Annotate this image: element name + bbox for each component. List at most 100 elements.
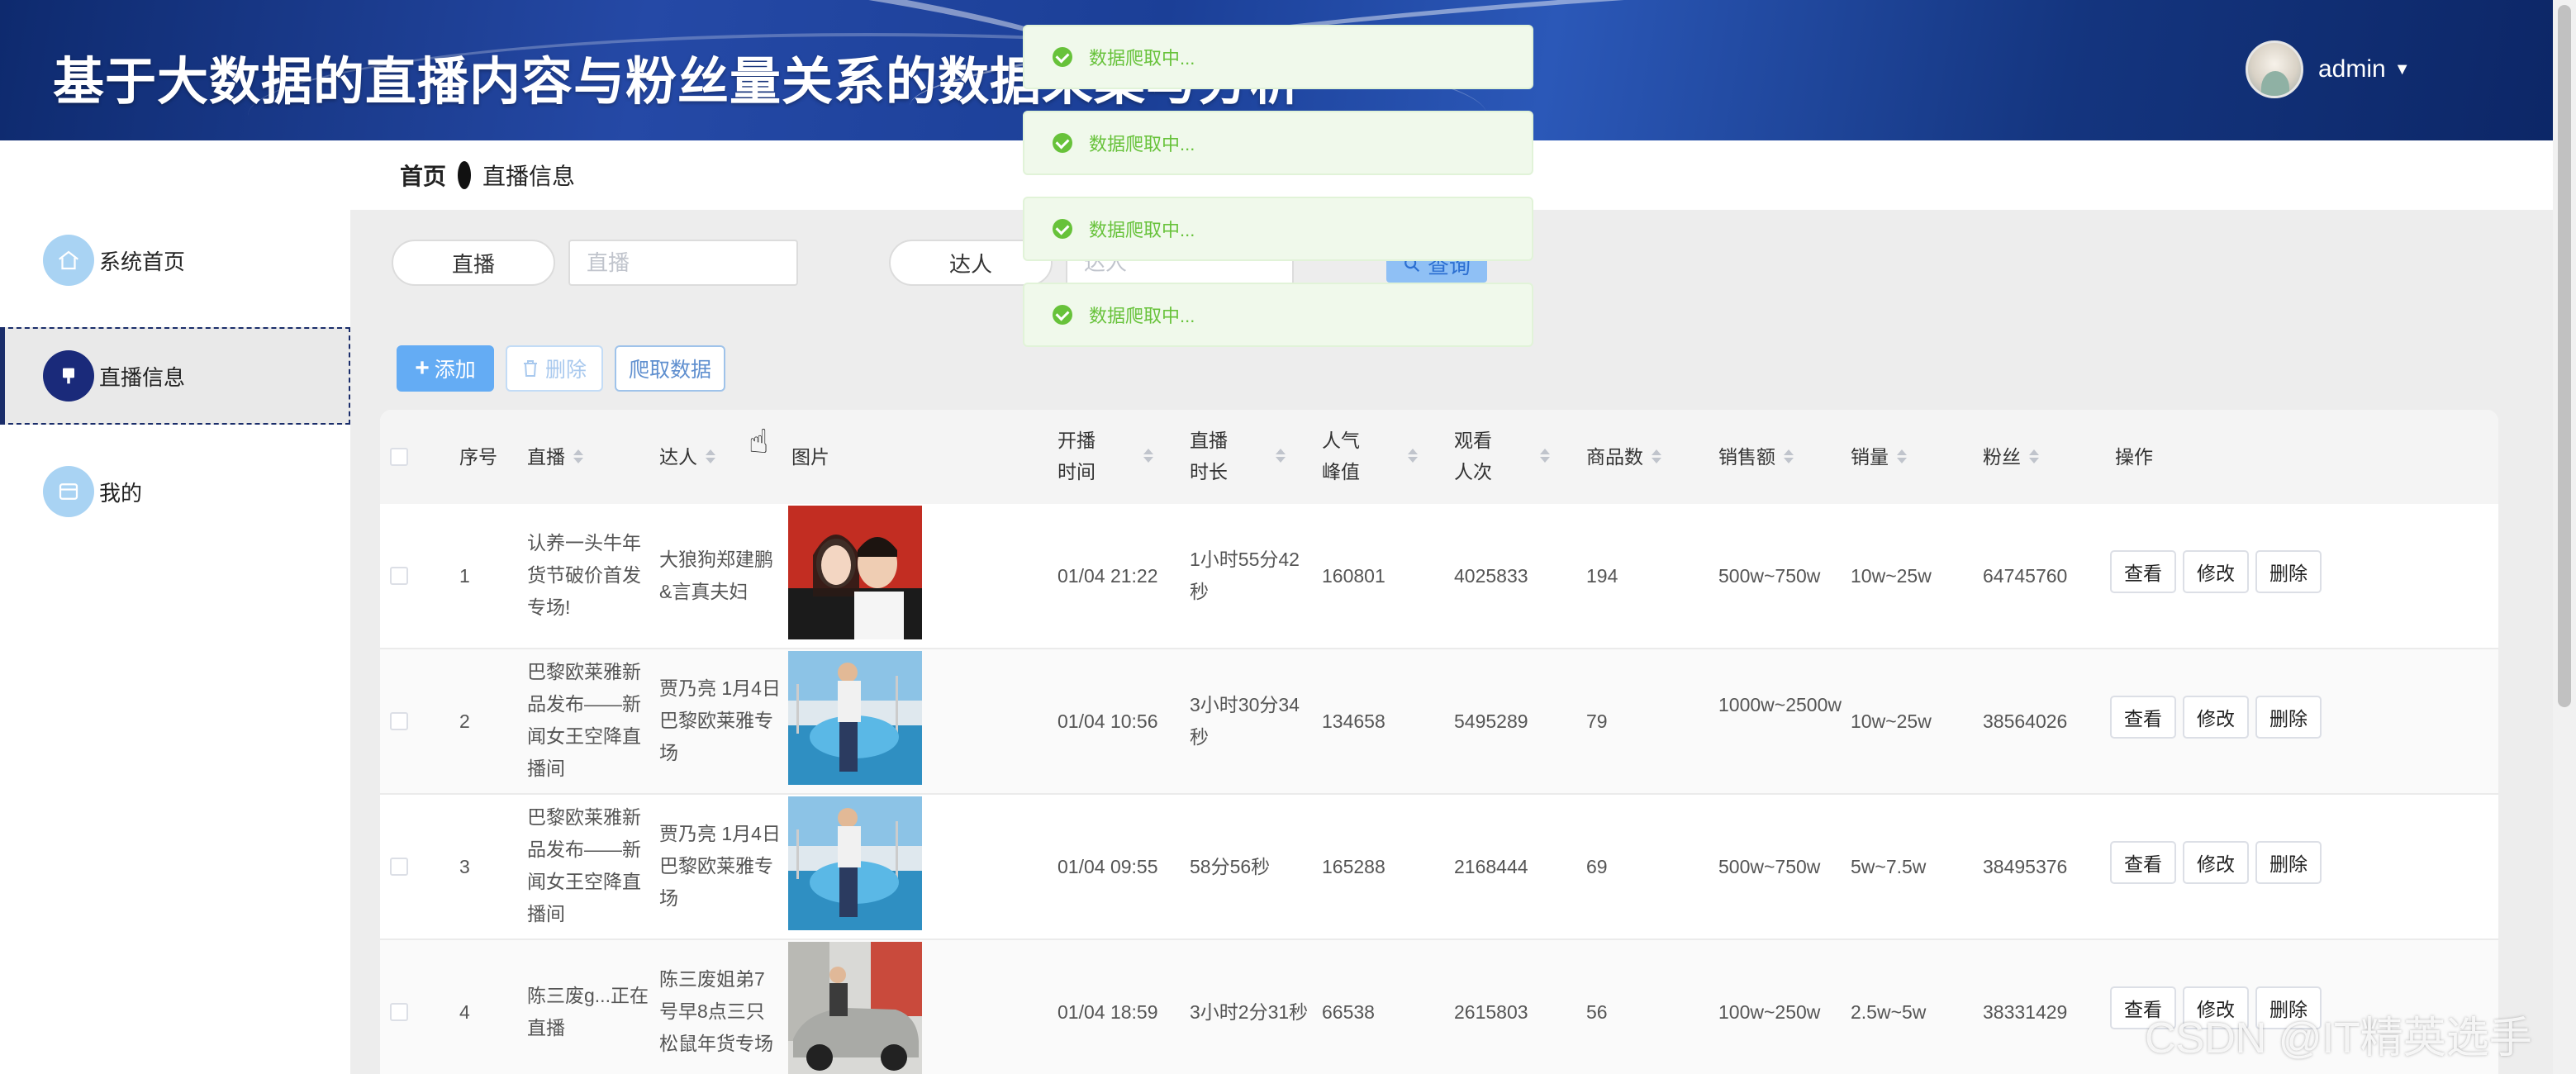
success-toast: 数据爬取中... [1023,283,1533,347]
live-thumbnail[interactable] [788,796,922,930]
view-button[interactable]: 查看 [2110,841,2176,884]
row-checkbox[interactable] [390,712,408,730]
col-header-streamer[interactable]: 达人 [659,441,715,473]
cell-start-time: 01/04 21:22 [1057,565,1158,587]
table-row: 3 巴黎欧莱雅新品发布——新闻女王空降直播间 贾乃亮 1月4日巴黎欧莱雅专场 0… [380,795,2498,940]
live-icon [43,350,94,402]
col-header-sales-amount[interactable]: 销售额 [1718,441,1794,473]
trash-icon [523,360,537,377]
home-icon [43,235,94,286]
cell-viewers: 2615803 [1454,1001,1528,1023]
edit-button[interactable]: 修改 [2183,696,2249,739]
caret-down-icon[interactable]: ▼ [2394,60,2411,79]
col-header-live[interactable]: 直播 [527,441,583,473]
row-delete-button[interactable]: 删除 [2255,696,2322,739]
username[interactable]: admin [2318,55,2386,83]
cell-goods: 194 [1586,565,1618,587]
col-header-start-time[interactable]: 开播时间 [1057,425,1173,487]
cell-streamer: 贾乃亮 1月4日巴黎欧莱雅专场 [659,677,781,763]
sort-icon [1895,448,1907,466]
col-header-image: 图片 [791,446,829,468]
cell-live: 陈三废g...正在直播 [527,985,649,1038]
cell-sales-amount: 500w~750w [1718,565,1821,587]
crawl-data-button[interactable]: 爬取数据 [615,345,725,392]
sidebar-item-profile[interactable]: 我的 [0,443,350,540]
check-circle-icon [1053,133,1072,153]
profile-icon [43,466,94,517]
cell-fans: 64745760 [1983,565,2068,587]
delete-button[interactable]: 删除 [506,345,603,392]
cell-duration: 3小时2分31秒 [1190,1001,1309,1023]
row-delete-button[interactable]: 删除 [2255,841,2322,884]
page-scrollbar[interactable] [2553,0,2576,1074]
cell-start-time: 01/04 18:59 [1057,1001,1158,1023]
cell-sales-amount: 1000w~2500w [1718,694,1842,715]
select-all-checkbox[interactable] [390,448,408,466]
sidebar-item-label: 我的 [99,480,143,506]
scrollbar-thumb[interactable] [2558,5,2571,707]
add-button[interactable]: + 添加 [397,345,494,392]
cell-viewers: 2168444 [1454,856,1528,877]
live-thumbnail[interactable] [788,942,922,1074]
edit-button[interactable]: 修改 [2183,841,2249,884]
col-header-sales-volume[interactable]: 销量 [1851,441,1907,473]
col-header-peak[interactable]: 人气峰值 [1322,425,1438,487]
live-thumbnail[interactable] [788,506,922,639]
cell-live: 认养一头牛年货节破价首发专场! [527,532,641,618]
success-toast: 数据爬取中... [1023,197,1533,261]
sidebar-item-label: 系统首页 [99,249,186,274]
cell-index: 2 [459,710,470,732]
edit-button[interactable]: 修改 [2183,550,2249,593]
cell-peak: 165288 [1322,856,1385,877]
sort-icon [1406,447,1418,465]
add-button-label: 添加 [434,359,476,382]
watermark: CSDN @IT精英选手 [2145,1015,2532,1062]
cell-viewers: 4025833 [1454,565,1528,587]
success-toast: 数据爬取中... [1023,111,1533,175]
table-row: 1 认养一头牛年货节破价首发专场! 大狼狗郑建鹏&言真夫妇 01/04 21:2… [380,504,2498,649]
cell-sales-amount: 500w~750w [1718,856,1821,877]
table-header: 序号 直播 达人 图片 开播时间 直播时长 人气峰值 观看人次 商品数 销售额 … [380,410,2498,504]
breadcrumb-home[interactable]: 首页 [400,159,446,192]
col-header-goods[interactable]: 商品数 [1586,441,1661,473]
row-delete-button[interactable]: 删除 [2255,550,2322,593]
sort-icon [1274,447,1286,465]
plus-icon: + [415,354,430,382]
user-menu[interactable]: admin ▼ [2246,40,2411,99]
cell-sales-amount: 100w~250w [1718,1001,1821,1023]
col-header-index: 序号 [459,446,497,468]
live-search-input[interactable] [568,240,798,286]
live-thumbnail[interactable] [788,651,922,785]
cell-goods: 69 [1586,856,1608,877]
toast-message: 数据爬取中... [1089,306,1195,326]
cell-sales-volume: 2.5w~5w [1851,1001,1927,1023]
col-header-fans[interactable]: 粉丝 [1983,441,2039,473]
sidebar-item-home[interactable]: 系统首页 [0,211,350,309]
check-circle-icon [1053,219,1072,239]
breadcrumb-current: 直播信息 [482,164,576,189]
col-header-viewers[interactable]: 观看人次 [1454,425,1570,487]
success-toast: 数据爬取中... [1023,25,1533,89]
row-checkbox[interactable] [390,567,408,585]
view-button[interactable]: 查看 [2110,696,2176,739]
cell-streamer: 陈三废姐弟7号早8点三只松鼠年货专场 [659,968,773,1054]
row-checkbox[interactable] [390,858,408,876]
data-table: 序号 直播 达人 图片 开播时间 直播时长 人气峰值 观看人次 商品数 销售额 … [380,410,2498,1074]
cell-fans: 38564026 [1983,710,2068,732]
cell-streamer: 贾乃亮 1月4日巴黎欧莱雅专场 [659,823,781,909]
cell-peak: 160801 [1322,565,1385,587]
row-checkbox[interactable] [390,1003,408,1021]
cell-peak: 66538 [1322,1001,1375,1023]
sidebar-item-label: 直播信息 [99,364,186,390]
toast-message: 数据爬取中... [1089,220,1195,240]
cell-goods: 79 [1586,710,1608,732]
live-search-label: 直播 [392,240,555,286]
avatar[interactable] [2246,40,2303,98]
sort-icon [1650,448,1661,466]
toast-message: 数据爬取中... [1089,48,1195,69]
col-header-duration[interactable]: 直播时长 [1190,425,1305,487]
view-button[interactable]: 查看 [2110,550,2176,593]
sidebar-item-live-info[interactable]: 直播信息 [0,327,350,425]
check-circle-icon [1053,305,1072,325]
check-circle-icon [1053,47,1072,67]
